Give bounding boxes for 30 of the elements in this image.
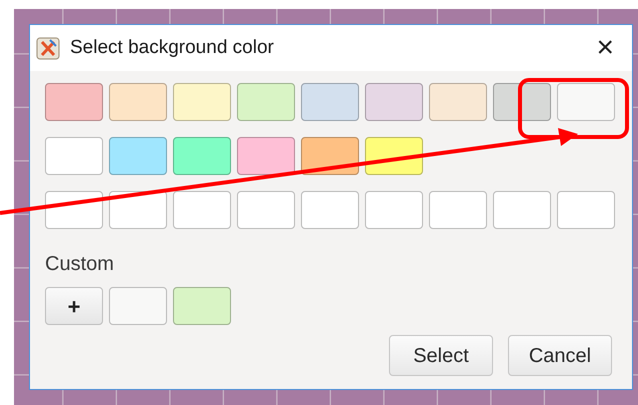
color-swatch[interactable] [109, 287, 167, 325]
color-swatch[interactable] [109, 191, 167, 229]
dialog-button[interactable]: Cancel [508, 335, 612, 376]
add-color-button[interactable]: + [45, 287, 103, 325]
color-swatch[interactable] [557, 191, 615, 229]
color-swatch[interactable] [237, 137, 295, 175]
color-swatch[interactable] [109, 83, 167, 121]
color-swatch[interactable] [109, 137, 167, 175]
color-swatch[interactable] [365, 83, 423, 121]
dialog-button[interactable]: Select [389, 335, 493, 376]
color-swatch[interactable] [557, 83, 615, 121]
color-swatch[interactable] [429, 191, 487, 229]
color-swatch[interactable] [173, 137, 231, 175]
color-swatch[interactable] [173, 191, 231, 229]
color-swatch[interactable] [301, 83, 359, 121]
app-icon [36, 36, 60, 60]
color-swatch[interactable] [45, 83, 103, 121]
color-swatch[interactable] [237, 83, 295, 121]
color-swatch[interactable] [365, 191, 423, 229]
color-swatch[interactable] [45, 137, 103, 175]
color-swatch[interactable] [429, 83, 487, 121]
color-swatch[interactable] [173, 83, 231, 121]
section-label: Custom [45, 252, 115, 277]
close-button[interactable]: × [596, 33, 614, 63]
color-swatch[interactable] [493, 83, 551, 121]
color-swatch[interactable] [301, 191, 359, 229]
color-swatch[interactable] [493, 191, 551, 229]
color-swatch[interactable] [237, 191, 295, 229]
window-title: Select background color [70, 36, 275, 60]
color-swatch[interactable] [173, 287, 231, 325]
